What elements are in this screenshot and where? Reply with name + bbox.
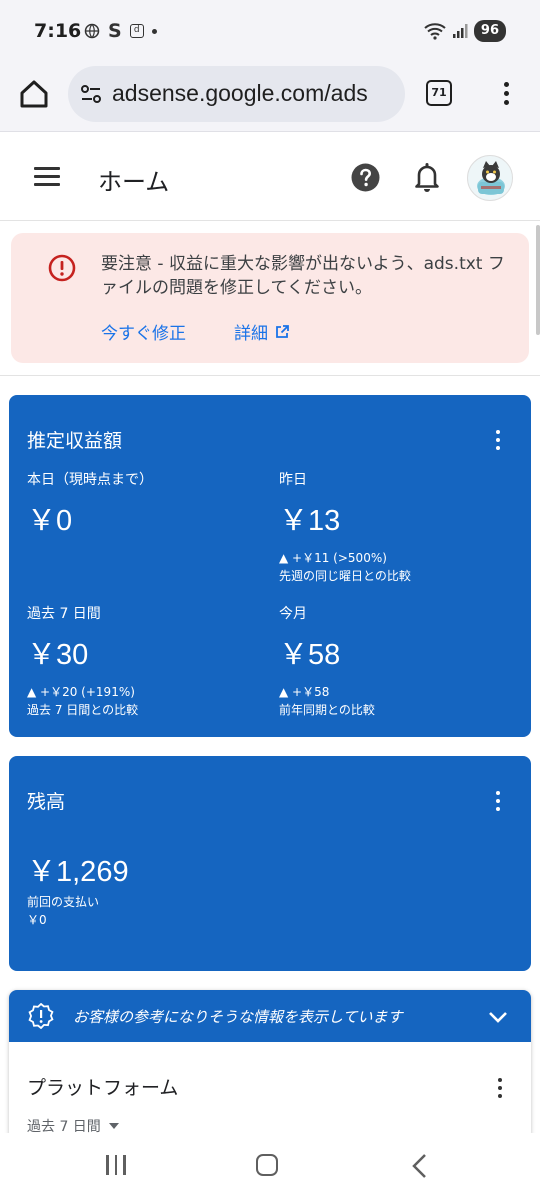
more-vert-icon bbox=[491, 426, 505, 450]
metric-change: ▲ +￥20 (+191%) 過去 7 日間との比較 bbox=[27, 683, 267, 719]
metric-this-month[interactable]: 今月 ￥58 ▲ +￥58 前年同期との比較 bbox=[279, 603, 519, 719]
system-navigation-bar bbox=[0, 1133, 540, 1200]
menu-icon[interactable] bbox=[34, 167, 60, 187]
page-title: ホーム bbox=[98, 168, 170, 196]
error-icon bbox=[48, 254, 76, 282]
card-title: 推定収益額 bbox=[27, 430, 123, 452]
wifi-icon bbox=[424, 23, 446, 40]
more-vert-icon bbox=[493, 1074, 507, 1098]
status-system-icons: 96 bbox=[424, 20, 506, 42]
metric-value: ￥30 bbox=[27, 639, 89, 671]
site-settings-icon[interactable] bbox=[80, 83, 102, 105]
url-bar[interactable]: adsense.google.com/ads bbox=[68, 66, 405, 122]
card-title: 残高 bbox=[27, 791, 66, 813]
metric-value: ￥0 bbox=[27, 505, 73, 537]
metric-change: ▲ +￥58 前年同期との比較 bbox=[279, 683, 519, 719]
account-avatar[interactable] bbox=[467, 155, 513, 201]
home-icon[interactable] bbox=[16, 76, 52, 112]
metric-label: 過去 7 日間 bbox=[27, 606, 101, 622]
last-payment-value: ￥0 bbox=[27, 913, 47, 927]
balance-card: 残高 ￥1,269 前回の支払い ￥0 bbox=[9, 756, 531, 971]
app-header: ホーム bbox=[0, 133, 540, 221]
open-in-new-icon bbox=[276, 324, 289, 338]
more-notifications-dot-icon bbox=[151, 28, 157, 34]
metric-label: 今月 bbox=[279, 606, 307, 622]
url-text: adsense.google.com/ads bbox=[112, 80, 368, 106]
browser-toolbar: adsense.google.com/ads 71 bbox=[0, 62, 540, 132]
change-comparison: 先週の同じ曜日との比較 bbox=[279, 569, 411, 583]
estimated-earnings-card: 推定収益額 本日（現時点まで） ￥0 昨日 ￥13 ▲ +￥11 (>500%)… bbox=[9, 395, 531, 737]
change-amount: ▲ +￥20 (+191%) bbox=[27, 685, 135, 699]
insight-banner-text: お客様の参考になりそうな情報を表示しています bbox=[73, 1008, 403, 1026]
last-payment-label: 前回の支払い bbox=[27, 895, 100, 909]
battery-icon: 96 bbox=[473, 20, 506, 42]
platform-card-menu-button[interactable] bbox=[493, 1074, 507, 1098]
tab-switcher-button[interactable]: 71 bbox=[426, 80, 452, 106]
browser-menu-button[interactable] bbox=[494, 78, 518, 108]
metric-label: 昨日 bbox=[279, 472, 307, 488]
chevron-down-icon[interactable] bbox=[487, 1006, 509, 1028]
status-bar: 7:16 S d 96 bbox=[0, 0, 540, 62]
balance-value: ￥1,269 bbox=[27, 856, 129, 888]
metric-change: ▲ +￥11 (>500%) 先週の同じ曜日との比較 bbox=[279, 549, 519, 585]
metric-value: ￥58 bbox=[279, 639, 341, 671]
more-vert-icon bbox=[491, 787, 505, 811]
signal-icon bbox=[452, 24, 468, 38]
home-button-icon[interactable] bbox=[256, 1154, 278, 1176]
change-amount: ▲ +￥58 bbox=[279, 685, 330, 699]
change-comparison: 前年同期との比較 bbox=[279, 703, 375, 717]
d-app-icon: d bbox=[129, 24, 144, 38]
metric-yesterday[interactable]: 昨日 ￥13 ▲ +￥11 (>500%) 先週の同じ曜日との比較 bbox=[279, 469, 519, 585]
metric-value: ￥13 bbox=[279, 505, 341, 537]
details-link[interactable]: 詳細 bbox=[234, 319, 289, 344]
balance-card-menu-button[interactable] bbox=[491, 787, 505, 811]
platform-card: お客様の参考になりそうな情報を表示しています プラットフォーム 過去 7 日間 bbox=[9, 990, 531, 1140]
earnings-card-menu-button[interactable] bbox=[491, 426, 505, 450]
details-link-label: 詳細 bbox=[234, 324, 268, 344]
change-amount: ▲ +￥11 (>500%) bbox=[279, 551, 387, 565]
ads-txt-warning-banner: 要注意 - 収益に重大な影響が出ないよう、ads.txt ファイルの問題を修正し… bbox=[11, 233, 529, 363]
globe-icon bbox=[84, 23, 100, 39]
help-icon[interactable] bbox=[350, 162, 381, 193]
page-scrollbar[interactable] bbox=[536, 225, 540, 335]
change-comparison: 過去 7 日間との比較 bbox=[27, 703, 139, 717]
insight-banner[interactable]: お客様の参考になりそうな情報を表示しています bbox=[9, 990, 531, 1042]
status-notification-icons: S d bbox=[84, 20, 157, 42]
section-divider bbox=[0, 375, 540, 376]
status-time: 7:16 bbox=[34, 20, 82, 42]
metric-last-7-days[interactable]: 過去 7 日間 ￥30 ▲ +￥20 (+191%) 過去 7 日間との比較 bbox=[27, 603, 267, 719]
recent-apps-icon[interactable] bbox=[106, 1155, 128, 1175]
more-vert-icon bbox=[494, 78, 518, 105]
dropdown-arrow-icon bbox=[108, 1123, 119, 1129]
info-badge-icon bbox=[28, 1003, 54, 1029]
platform-section-title: プラットフォーム bbox=[27, 1077, 179, 1099]
metric-today[interactable]: 本日（現時点まで） ￥0 bbox=[27, 469, 267, 539]
s-app-icon: S bbox=[108, 20, 122, 42]
warning-message: 要注意 - 収益に重大な影響が出ないよう、ads.txt ファイルの問題を修正し… bbox=[101, 254, 505, 298]
cat-avatar-icon bbox=[477, 161, 505, 195]
back-icon[interactable] bbox=[410, 1153, 428, 1179]
metric-label: 本日（現時点まで） bbox=[27, 472, 153, 488]
fix-now-link[interactable]: 今すぐ修正 bbox=[101, 319, 186, 344]
notifications-bell-icon[interactable] bbox=[413, 161, 441, 193]
